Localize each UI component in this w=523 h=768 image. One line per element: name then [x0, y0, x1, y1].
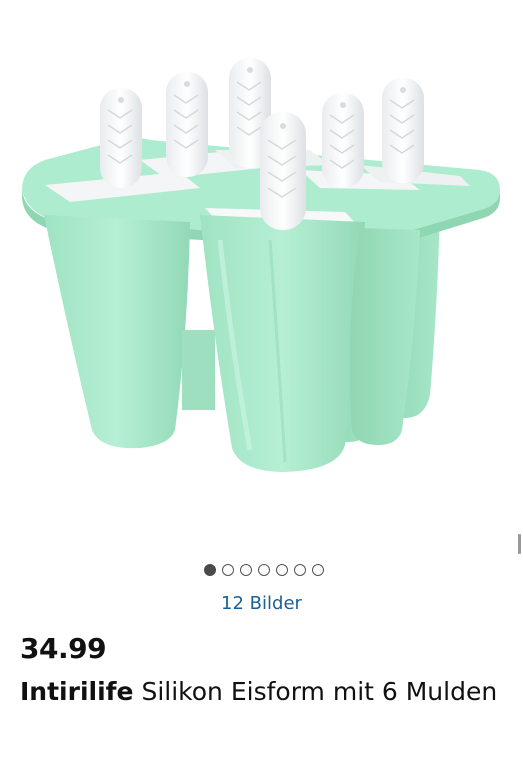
gallery-dot[interactable] [203, 564, 216, 576]
gallery-dot[interactable] [275, 564, 288, 576]
gallery-dot[interactable] [221, 564, 234, 576]
gallery-pagination-dots[interactable] [0, 561, 523, 579]
product-page: 12 Bilder 34.99 Intirilife Silikon Eisfo… [0, 0, 523, 768]
product-image[interactable] [0, 0, 523, 548]
image-count-link[interactable]: 12 Bilder [0, 593, 523, 614]
product-brand[interactable]: Intirilife [20, 677, 134, 706]
gallery-dot[interactable] [257, 564, 270, 576]
image-gallery[interactable] [0, 0, 523, 554]
scrollbar[interactable] [518, 534, 521, 554]
product-title: Intirilife Silikon Eisform mit 6 Mulden [20, 673, 500, 711]
mold-cup [44, 215, 190, 449]
product-price: 34.99 [20, 632, 107, 665]
gallery-dot[interactable] [239, 564, 252, 576]
gallery-dot[interactable] [293, 564, 306, 576]
mold-bridge [182, 330, 215, 410]
product-name: Silikon Eisform mit 6 Mulden [141, 677, 498, 706]
gallery-dot[interactable] [311, 564, 324, 576]
